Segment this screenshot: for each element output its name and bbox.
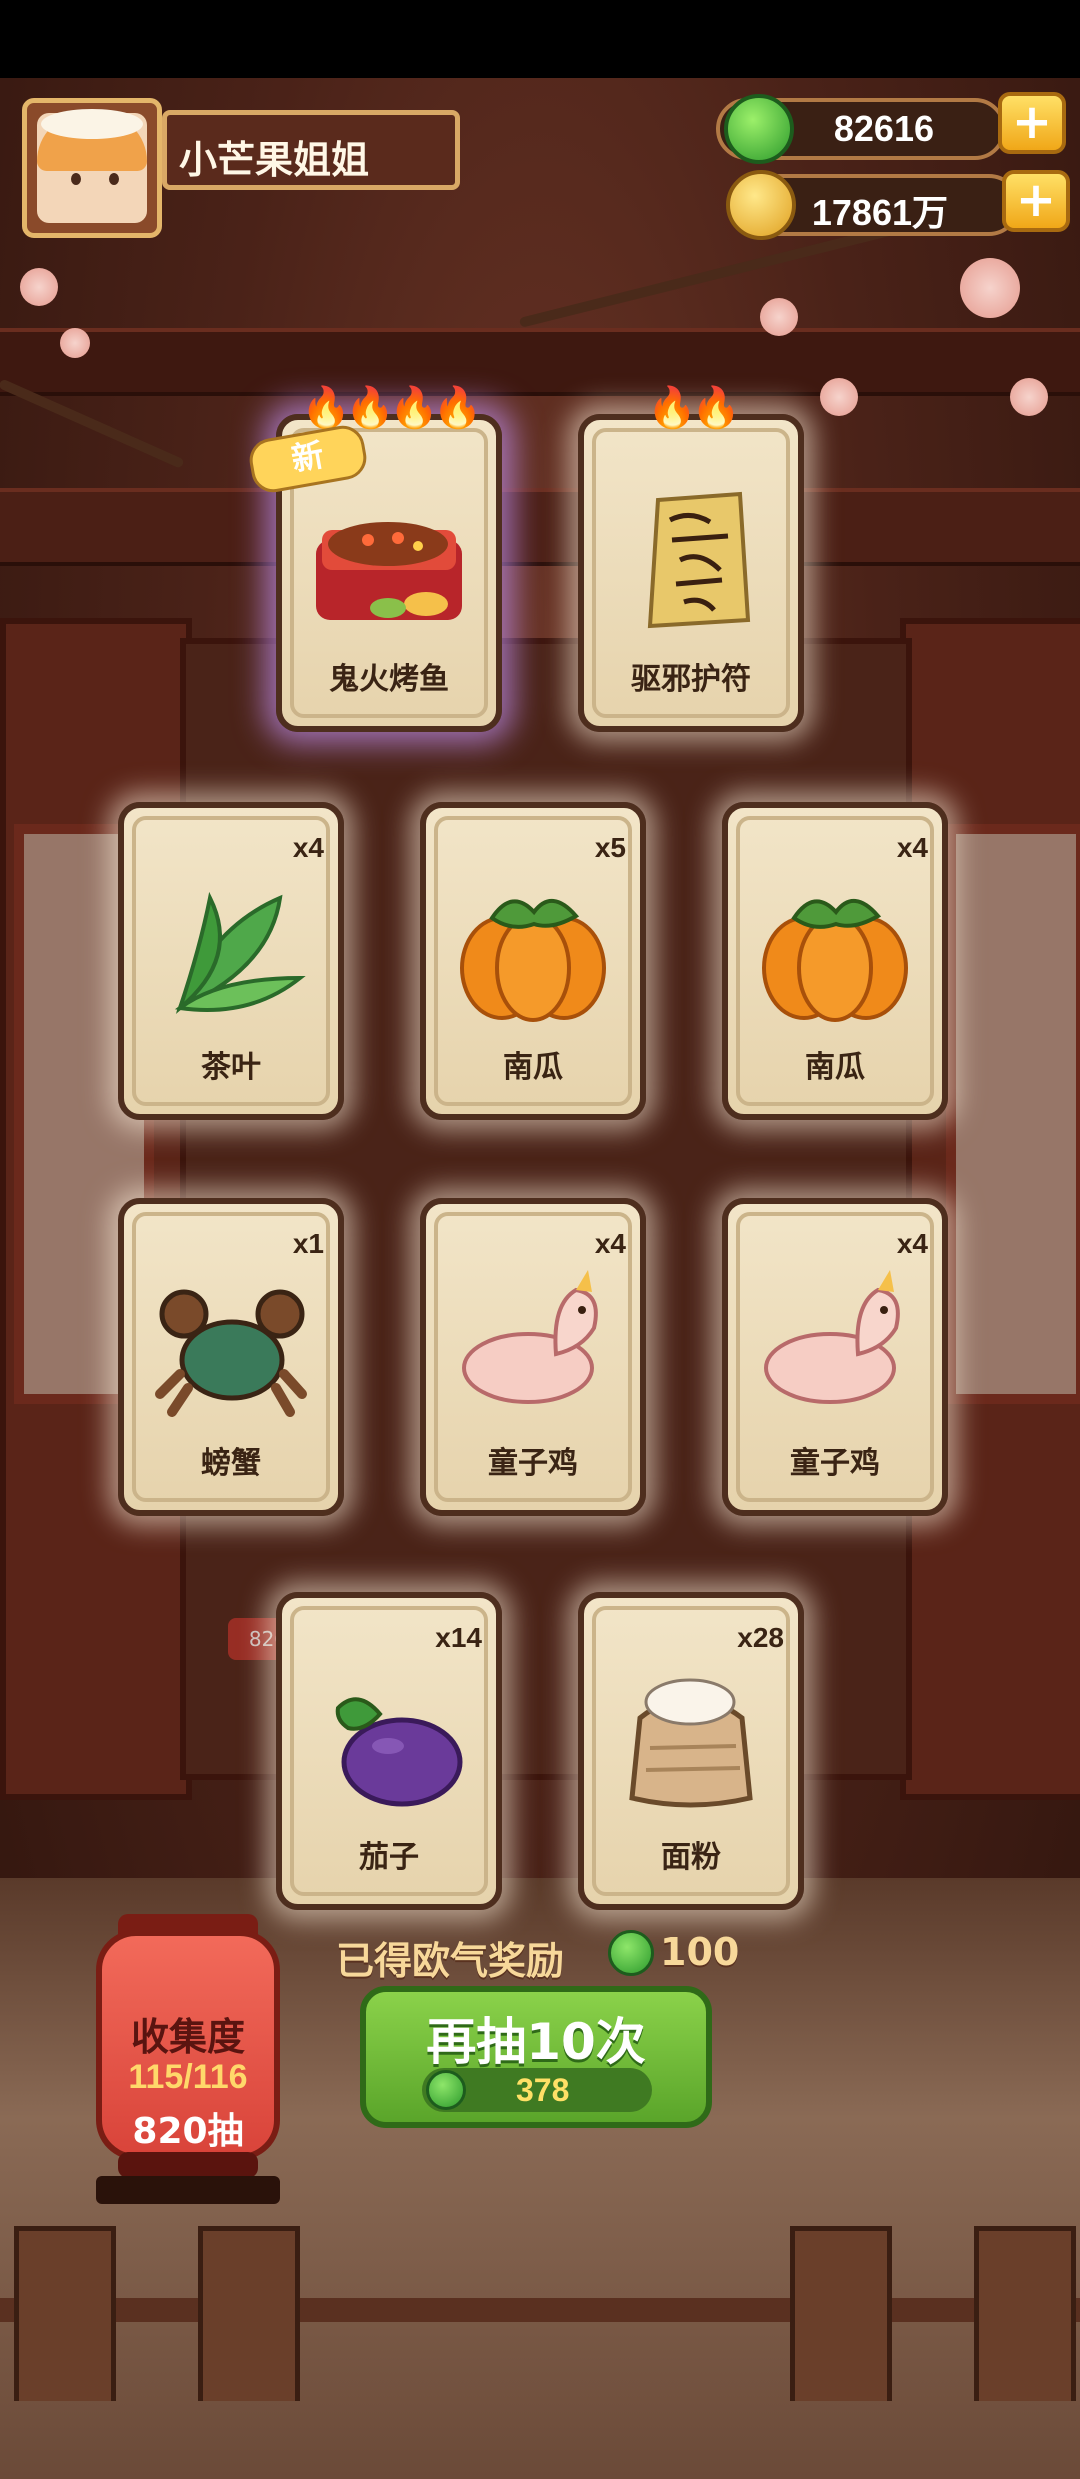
card-eggplant[interactable]: x14 茄子 bbox=[276, 1592, 502, 1910]
card-crab[interactable]: x1 螃蟹 bbox=[118, 1198, 344, 1516]
add-gold-button[interactable]: + bbox=[1002, 170, 1070, 232]
card-name: 面粉 bbox=[661, 1840, 721, 1875]
draw-cost: 378 bbox=[516, 2072, 570, 2108]
card-name: 南瓜 bbox=[503, 1050, 563, 1085]
eggplant-icon bbox=[335, 1697, 463, 1807]
card-name: 螃蟹 bbox=[201, 1446, 261, 1481]
card-count: x28 bbox=[737, 1622, 784, 1653]
lantern-base bbox=[118, 2152, 258, 2178]
reward-label: 已得欧气奖励 bbox=[336, 1939, 565, 1983]
talisman-icon bbox=[647, 491, 751, 629]
reward-value: 100 bbox=[660, 1930, 740, 1974]
draw-again-label: 再抽10次 bbox=[426, 2013, 646, 2071]
card-count: x14 bbox=[435, 1622, 482, 1653]
card-count: x4 bbox=[292, 832, 324, 863]
card-name: 茶叶 bbox=[201, 1050, 261, 1085]
card-chicken[interactable]: x4 童子鸡 bbox=[420, 1198, 646, 1516]
crab-icon bbox=[155, 1289, 307, 1417]
gold-coin-icon bbox=[726, 170, 796, 240]
rarity-flames: 🔥🔥🔥🔥 bbox=[301, 385, 482, 431]
collection-title: 收集度 bbox=[130, 2015, 245, 2059]
card-name: 鬼火烤鱼 bbox=[329, 662, 449, 697]
rarity-flames: 🔥🔥 bbox=[647, 385, 741, 431]
player-avatar[interactable] bbox=[22, 98, 162, 238]
add-jade-button[interactable]: + bbox=[998, 92, 1066, 154]
gold-amount: 17861万 bbox=[811, 192, 948, 233]
card-chicken[interactable]: x4 童子鸡 bbox=[722, 1198, 948, 1516]
player-name-plate: 小芒果姐姐 bbox=[162, 110, 460, 190]
card-count: x4 bbox=[896, 1228, 928, 1259]
card-flour[interactable]: x28 面粉 bbox=[578, 1592, 804, 1910]
card-name: 童子鸡 bbox=[790, 1446, 880, 1481]
card-talisman[interactable]: 🔥🔥 驱邪护符 bbox=[578, 385, 804, 732]
collection-lantern[interactable]: 收集度 115/116 820抽 bbox=[96, 1930, 280, 2160]
status-bar bbox=[0, 0, 1080, 78]
lantern-stand bbox=[96, 2176, 280, 2204]
jade-amount: 82616 bbox=[833, 108, 934, 149]
tea-leaf-icon bbox=[174, 891, 306, 1015]
flour-sack-icon bbox=[629, 1678, 753, 1808]
card-count: x1 bbox=[292, 1228, 324, 1259]
pumpkin-icon bbox=[460, 899, 606, 1022]
player-name: 小芒果姐姐 bbox=[179, 138, 370, 182]
jade-coin-icon bbox=[426, 2070, 466, 2110]
grilled-fish-icon bbox=[316, 522, 462, 620]
collection-draws: 820抽 bbox=[132, 2111, 244, 2152]
card-name: 茄子 bbox=[359, 1840, 419, 1875]
card-name: 童子鸡 bbox=[488, 1446, 578, 1481]
chicken-icon bbox=[462, 1270, 598, 1404]
chicken-icon bbox=[764, 1270, 900, 1404]
draw-again-button[interactable]: 再抽10次 378 bbox=[360, 1986, 712, 2128]
card-name: 驱邪护符 bbox=[631, 662, 751, 697]
card-name: 南瓜 bbox=[805, 1050, 865, 1085]
jade-coin-icon bbox=[724, 94, 794, 164]
jade-coin-icon bbox=[608, 1930, 654, 1976]
card-pumpkin[interactable]: x4 南瓜 bbox=[722, 802, 948, 1120]
card-tea-leaf[interactable]: x4 茶叶 bbox=[118, 802, 344, 1120]
card-grilled-fish[interactable]: 🔥🔥🔥🔥 新 鬼火烤鱼 bbox=[246, 385, 502, 732]
card-count: x4 bbox=[594, 1228, 626, 1259]
card-count: x4 bbox=[896, 832, 928, 863]
collection-progress: 115/116 bbox=[128, 2058, 248, 2096]
card-pumpkin[interactable]: x5 南瓜 bbox=[420, 802, 646, 1120]
pumpkin-icon bbox=[762, 899, 908, 1022]
card-count: x5 bbox=[594, 832, 626, 863]
